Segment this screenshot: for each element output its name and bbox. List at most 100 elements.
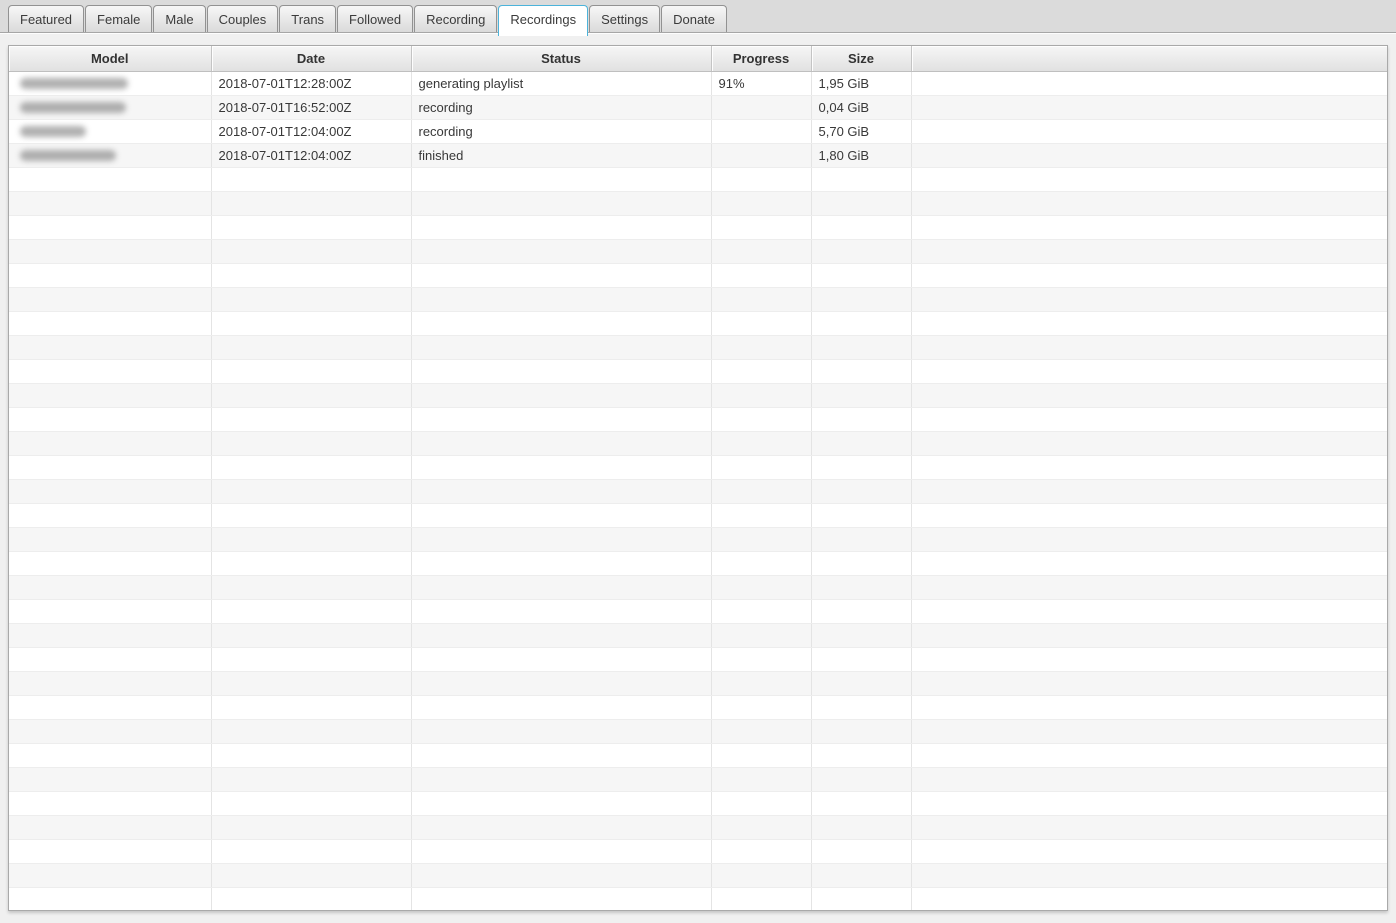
table-row[interactable]: 2018-07-01T16:52:00Z recording 0,04 GiB — [9, 95, 1387, 120]
table-row-empty[interactable] — [9, 623, 1387, 648]
table-row-empty[interactable] — [9, 359, 1387, 384]
table-row-empty[interactable] — [9, 695, 1387, 720]
table-row-empty[interactable] — [9, 479, 1387, 504]
table-row-empty[interactable] — [9, 791, 1387, 816]
column-header-progress[interactable]: Progress — [711, 46, 812, 72]
table-row-empty[interactable] — [9, 815, 1387, 840]
table-row-empty[interactable] — [9, 311, 1387, 336]
cell-size: 1,95 GiB — [811, 71, 912, 96]
table-row-empty[interactable] — [9, 863, 1387, 888]
table-row-empty[interactable] — [9, 719, 1387, 744]
table-row-empty[interactable] — [9, 551, 1387, 576]
cell-model — [9, 119, 212, 144]
tab-male[interactable]: Male — [153, 5, 206, 32]
cell-empty — [911, 479, 1387, 504]
table-row-empty[interactable] — [9, 767, 1387, 792]
cell-empty — [411, 599, 712, 624]
cell-empty — [211, 287, 412, 312]
cell-empty — [211, 335, 412, 360]
cell-empty — [211, 455, 412, 480]
cell-empty — [811, 623, 912, 648]
table-row-empty[interactable] — [9, 599, 1387, 624]
table-row-empty[interactable] — [9, 647, 1387, 672]
cell-empty — [811, 263, 912, 288]
table-row[interactable]: 2018-07-01T12:04:00Z finished 1,80 GiB — [9, 143, 1387, 168]
column-header-status[interactable]: Status — [411, 46, 712, 72]
table-row-empty[interactable] — [9, 383, 1387, 408]
cell-empty — [911, 503, 1387, 528]
cell-spacer — [911, 143, 1387, 168]
cell-empty — [411, 767, 712, 792]
cell-empty — [211, 263, 412, 288]
cell-empty — [811, 815, 912, 840]
cell-empty — [711, 743, 812, 768]
tab-recording[interactable]: Recording — [414, 5, 498, 32]
cell-empty — [711, 407, 812, 432]
cell-empty — [811, 671, 912, 696]
cell-empty — [711, 311, 812, 336]
cell-empty — [811, 551, 912, 576]
table-row-empty[interactable] — [9, 455, 1387, 480]
tab-couples[interactable]: Couples — [206, 5, 279, 32]
column-header-size[interactable]: Size — [811, 46, 912, 72]
cell-empty — [911, 743, 1387, 768]
cell-empty — [9, 215, 212, 240]
table-row-empty[interactable] — [9, 335, 1387, 360]
table-row[interactable]: 2018-07-01T12:28:00Z generating playlist 9… — [9, 71, 1387, 96]
table-row-empty[interactable] — [9, 239, 1387, 264]
cell-empty — [711, 767, 812, 792]
cell-spacer — [911, 71, 1387, 96]
cell-empty — [9, 719, 212, 744]
table-row-empty[interactable] — [9, 431, 1387, 456]
cell-empty — [9, 407, 212, 432]
cell-empty — [411, 671, 712, 696]
cell-empty — [811, 383, 912, 408]
cell-empty — [411, 695, 712, 720]
column-header-date[interactable]: Date — [211, 46, 412, 72]
cell-empty — [9, 287, 212, 312]
cell-empty — [711, 647, 812, 672]
column-header-spacer[interactable] — [911, 46, 1387, 72]
cell-empty — [9, 359, 212, 384]
table-row-empty[interactable] — [9, 575, 1387, 600]
table-row-empty[interactable] — [9, 503, 1387, 528]
cell-empty — [411, 287, 712, 312]
cell-progress: 91% — [711, 71, 812, 96]
table-row-empty[interactable] — [9, 263, 1387, 288]
table-row-empty[interactable] — [9, 743, 1387, 768]
table-row-empty[interactable] — [9, 287, 1387, 312]
cell-empty — [811, 359, 912, 384]
cell-empty — [711, 479, 812, 504]
model-name-redacted — [20, 77, 128, 89]
cell-empty — [811, 575, 912, 600]
table-row-empty[interactable] — [9, 527, 1387, 552]
cell-empty — [411, 887, 712, 910]
cell-empty — [911, 551, 1387, 576]
tab-trans[interactable]: Trans — [279, 5, 337, 32]
column-header-model[interactable]: Model — [9, 46, 212, 72]
cell-empty — [211, 431, 412, 456]
table-row-empty[interactable] — [9, 887, 1387, 910]
table-row-empty[interactable] — [9, 407, 1387, 432]
tab-recordings[interactable]: Recordings — [498, 5, 589, 36]
tab-female[interactable]: Female — [85, 5, 153, 32]
content-area: Model Date Status Progress Size 2018-07-01T1… — [0, 33, 1396, 911]
table-row-empty[interactable] — [9, 839, 1387, 864]
tab-followed[interactable]: Followed — [337, 5, 414, 32]
cell-size: 1,80 GiB — [811, 143, 912, 168]
tab-featured[interactable]: Featured — [8, 5, 85, 32]
cell-empty — [9, 191, 212, 216]
cell-empty — [911, 167, 1387, 192]
table-row[interactable]: 2018-07-01T12:04:00Z recording 5,70 GiB — [9, 119, 1387, 144]
cell-progress — [711, 143, 812, 168]
cell-empty — [9, 479, 212, 504]
table-row-empty[interactable] — [9, 167, 1387, 192]
tab-donate[interactable]: Donate — [661, 5, 728, 32]
cell-empty — [911, 359, 1387, 384]
table-row-empty[interactable] — [9, 215, 1387, 240]
table-row-empty[interactable] — [9, 191, 1387, 216]
cell-empty — [811, 743, 912, 768]
cell-date: 2018-07-01T16:52:00Z — [211, 95, 412, 120]
tab-settings[interactable]: Settings — [589, 5, 661, 32]
table-row-empty[interactable] — [9, 671, 1387, 696]
